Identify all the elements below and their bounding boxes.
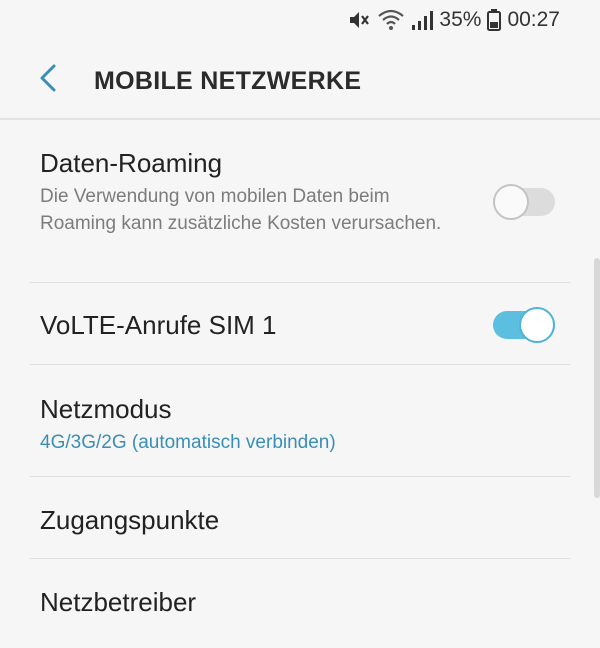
setting-title: Netzbetreiber (40, 587, 197, 617)
wifi-icon (377, 9, 405, 31)
setting-title: VoLTE-Anrufe SIM 1 (40, 310, 277, 340)
setting-network-operators[interactable]: Netzbetreiber (0, 559, 600, 641)
setting-title: Netzmodus (40, 394, 172, 424)
setting-title: Zugangspunkte (40, 505, 220, 535)
toggle-knob (493, 184, 529, 220)
signal-icon (411, 9, 434, 31)
app-header: MOBILE NETZWERKE (0, 50, 600, 112)
setting-description: Die Verwendung von mobilen Daten beim Ro… (40, 186, 442, 234)
data-roaming-toggle[interactable] (493, 184, 555, 220)
status-bar: 35% 00:27 (0, 0, 600, 40)
volte-toggle[interactable] (493, 307, 555, 343)
setting-title: Daten-Roaming (40, 148, 223, 178)
setting-access-points[interactable]: Zugangspunkte (0, 477, 600, 559)
chevron-left-icon (38, 64, 58, 97)
setting-data-roaming[interactable]: Daten-Roaming Die Verwendung von mobilen… (0, 120, 600, 283)
setting-network-mode[interactable]: Netzmodus 4G/3G/2G (automatisch verbinde… (0, 365, 600, 477)
scrollbar[interactable] (594, 258, 600, 498)
mute-icon (347, 9, 371, 31)
setting-volte-calls[interactable]: VoLTE-Anrufe SIM 1 (0, 283, 600, 365)
battery-percent: 35% (439, 8, 482, 31)
battery-icon (487, 9, 502, 31)
page-title: MOBILE NETZWERKE (94, 67, 362, 95)
toggle-knob (519, 307, 555, 343)
settings-list: Daten-Roaming Die Verwendung von mobilen… (0, 120, 600, 641)
clock: 00:27 (507, 8, 560, 31)
back-button[interactable] (30, 62, 66, 98)
setting-value: 4G/3G/2G (automatisch verbinden) (40, 432, 336, 453)
